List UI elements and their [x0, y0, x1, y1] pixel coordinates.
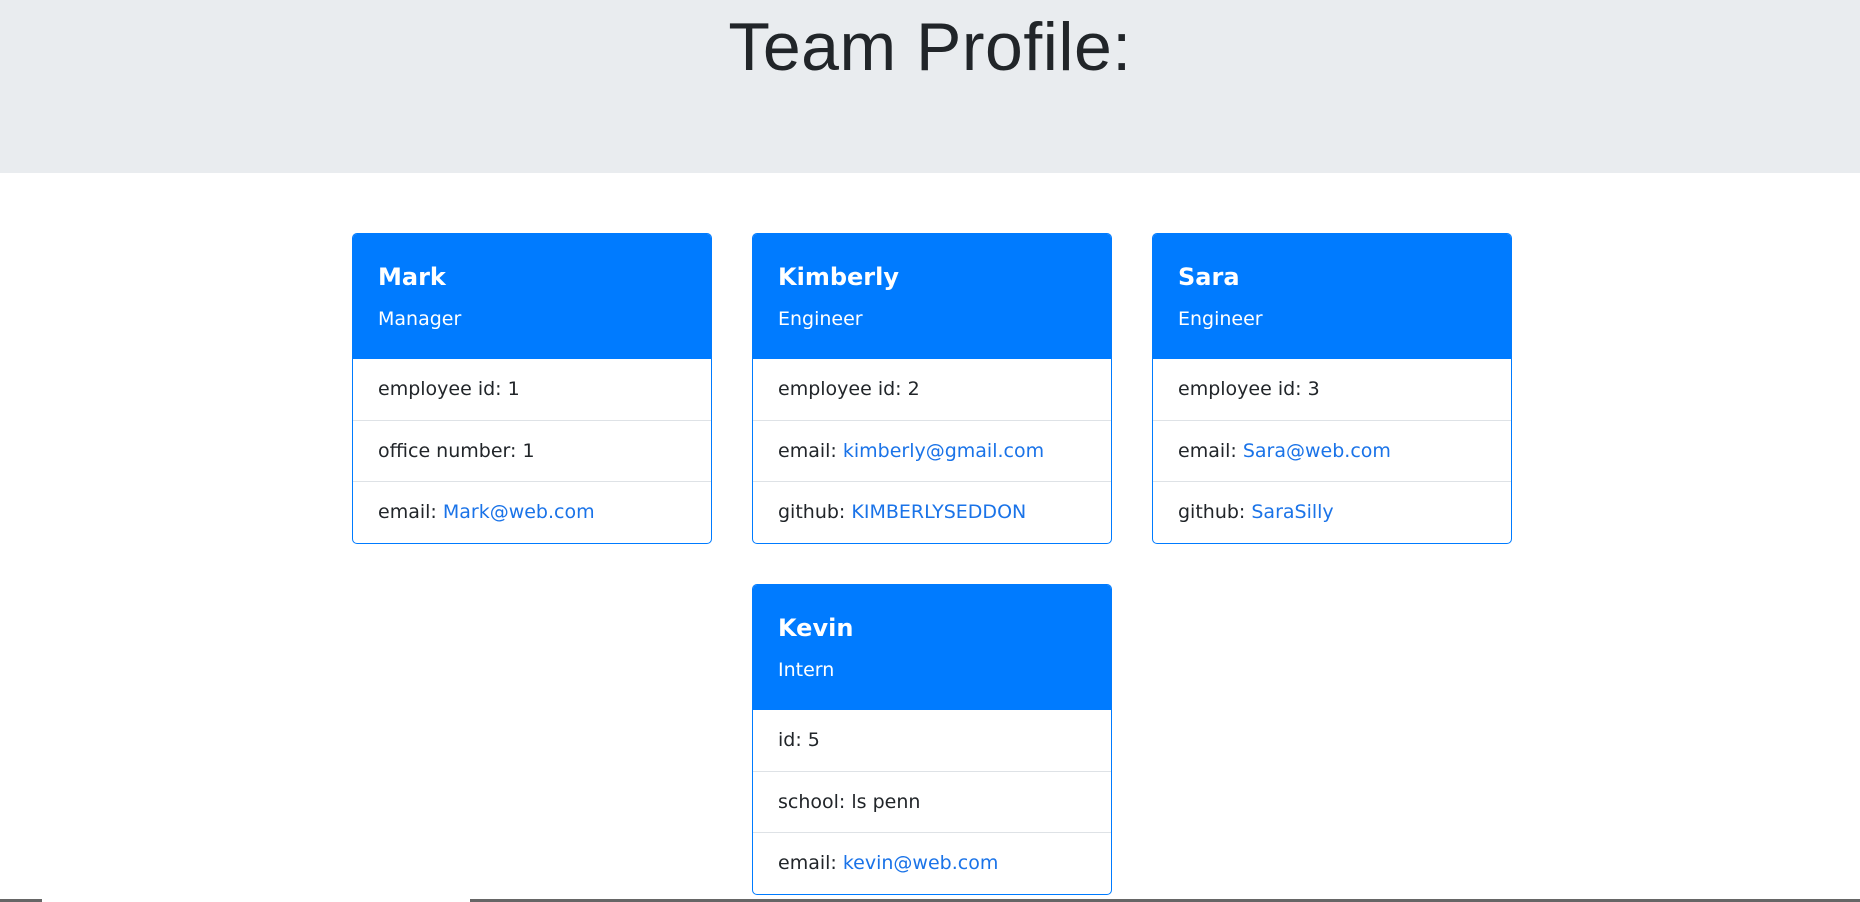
item-label: employee id: [378, 378, 508, 400]
employee-role: Manager [378, 308, 462, 330]
list-item-school: school: ls penn [753, 771, 1111, 832]
employee-role: Engineer [1178, 308, 1263, 330]
list-item-id: id: 5 [753, 710, 1111, 771]
list-item-email: email: kimberly@gmail.com [753, 420, 1111, 481]
employee-card-mark: Mark Manager employee id: 1 office numbe… [352, 233, 712, 544]
list-item-email: email: kevin@web.com [753, 832, 1111, 893]
header-jumbotron: Team Profile: [0, 0, 1860, 173]
employee-name: Kevin [778, 614, 854, 642]
page-title: Team Profile: [728, 9, 1132, 85]
github-link[interactable]: SaraSilly [1251, 501, 1333, 523]
item-value: 1 [507, 378, 520, 400]
item-label: github: [1178, 501, 1252, 523]
employee-role: Intern [778, 659, 835, 681]
item-label: email: [378, 501, 443, 523]
item-value: 2 [907, 378, 920, 400]
employee-name: Mark [378, 263, 446, 291]
employee-details-list: id: 5 school: ls penn email: kevin@web.c… [753, 710, 1111, 893]
employee-details-list: employee id: 2 email: kimberly@gmail.com… [753, 359, 1111, 542]
list-item-employee-id: employee id: 3 [1153, 359, 1511, 420]
item-label: github: [778, 501, 852, 523]
email-link[interactable]: kimberly@gmail.com [843, 440, 1044, 462]
employee-card-sara: Sara Engineer employee id: 3 email: Sara… [1152, 233, 1512, 544]
item-value: 3 [1307, 378, 1320, 400]
item-label: employee id: [1178, 378, 1308, 400]
email-link[interactable]: Sara@web.com [1243, 440, 1391, 462]
employee-card-kimberly: Kimberly Engineer employee id: 2 email: … [752, 233, 1112, 544]
list-item-email: email: Mark@web.com [353, 481, 711, 542]
item-label: office number: [378, 440, 523, 462]
list-item-email: email: Sara@web.com [1153, 420, 1511, 481]
employee-details-list: employee id: 3 email: Sara@web.com githu… [1153, 359, 1511, 542]
email-link[interactable]: kevin@web.com [843, 852, 999, 874]
card-header: Kevin Intern [753, 585, 1111, 710]
card-header: Kimberly Engineer [753, 234, 1111, 359]
email-link[interactable]: Mark@web.com [443, 501, 595, 523]
card-header: Sara Engineer [1153, 234, 1511, 359]
item-label: email: [778, 440, 843, 462]
list-item-github: github: KIMBERLYSEDDON [753, 481, 1111, 542]
list-item-employee-id: employee id: 1 [353, 359, 711, 420]
employee-name: Sara [1178, 263, 1240, 291]
card-header: Mark Manager [353, 234, 711, 359]
list-item-github: github: SaraSilly [1153, 481, 1511, 542]
github-link[interactable]: KIMBERLYSEDDON [851, 501, 1026, 523]
list-item-employee-id: employee id: 2 [753, 359, 1111, 420]
item-value: 1 [522, 440, 535, 462]
item-label: school: [778, 791, 852, 813]
employee-details-list: employee id: 1 office number: 1 email: M… [353, 359, 711, 542]
employee-card-kevin: Kevin Intern id: 5 school: ls penn email… [752, 584, 1112, 895]
item-label: id: [778, 729, 808, 751]
item-label: email: [778, 852, 843, 874]
item-label: email: [1178, 440, 1243, 462]
item-value: ls penn [851, 791, 921, 813]
item-label: employee id: [778, 378, 908, 400]
employee-role: Engineer [778, 308, 863, 330]
item-value: 5 [807, 729, 820, 751]
employee-name: Kimberly [778, 263, 899, 291]
list-item-office-number: office number: 1 [353, 420, 711, 481]
